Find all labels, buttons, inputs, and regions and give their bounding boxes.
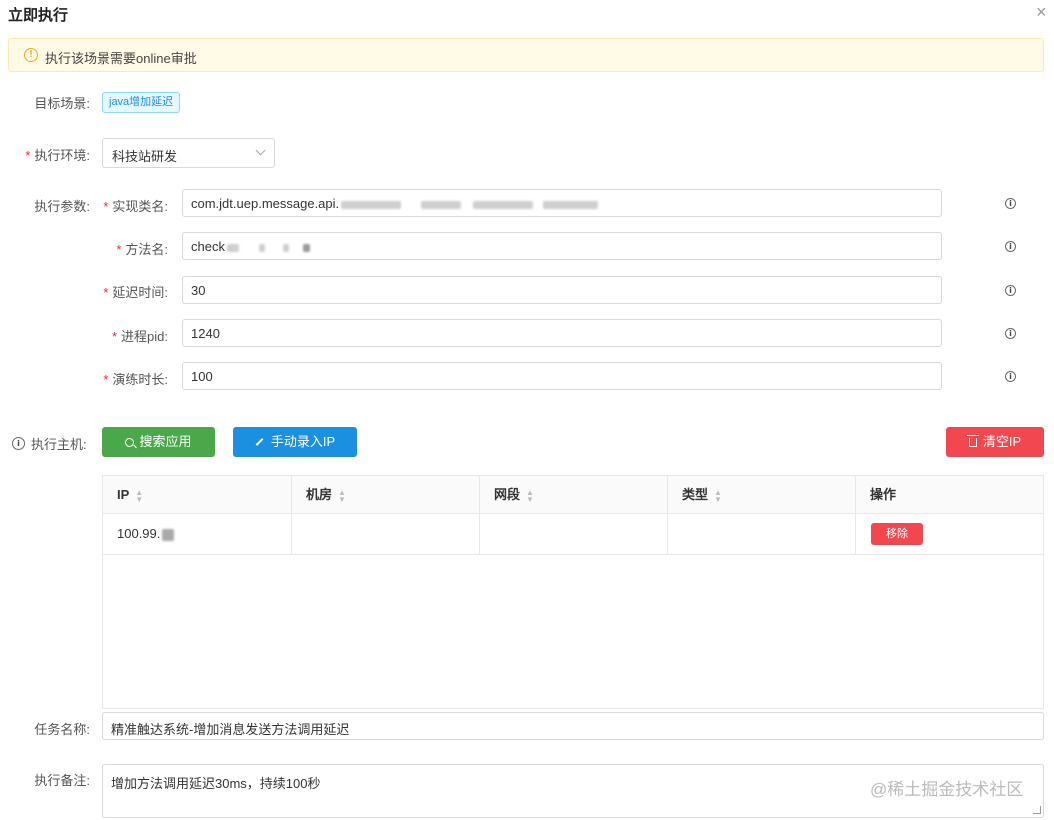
method-name-label: * 方法名: xyxy=(116,242,168,257)
host-table: IP ▲ ▼ 机房 ▲ ▼ 网段 ▲ ▼ 类型 ▲ ▼ 操作 100.99. 移除 xyxy=(102,475,1044,709)
cell-segment xyxy=(480,514,668,554)
chevron-down-icon xyxy=(255,145,266,156)
column-header-ip[interactable]: IP ▲ ▼ xyxy=(103,476,292,514)
alert-text: 执行该场景需要online审批 xyxy=(45,51,197,66)
host-label: i 执行主机: xyxy=(12,434,87,453)
approval-alert: ! 执行该场景需要online审批 xyxy=(8,38,1044,72)
column-header-action: 操作 xyxy=(870,487,897,502)
params-label: 执行参数: xyxy=(34,199,90,214)
watermark: @稀土掘金技术社区 xyxy=(870,780,1024,799)
delay-label: * 延迟时间: xyxy=(103,285,168,300)
info-icon[interactable]: i xyxy=(1005,371,1016,382)
search-app-label: 搜索应用 xyxy=(139,434,192,449)
class-name-value: com.jdt.uep.message.api. xyxy=(191,196,340,211)
duration-label: * 演练时长: xyxy=(103,372,168,387)
redacted-mask xyxy=(421,200,462,209)
remove-button[interactable]: 移除 xyxy=(871,523,923,545)
env-label: * 执行环境: xyxy=(25,148,90,163)
cell-room xyxy=(292,514,480,554)
redacted-mask xyxy=(282,243,289,252)
redacted-mask xyxy=(302,243,310,252)
table-header: IP ▲ ▼ 机房 ▲ ▼ 网段 ▲ ▼ 类型 ▲ ▼ 操作 xyxy=(103,476,1043,514)
remark-value: 增加方法调用延迟30ms，持续100秒 xyxy=(111,776,321,791)
method-name-input[interactable]: check xyxy=(182,232,942,260)
cell-ip: 100.99. xyxy=(103,514,292,554)
method-name-value: check xyxy=(191,239,225,254)
redacted-mask xyxy=(543,200,599,209)
info-icon[interactable]: i xyxy=(1005,285,1016,296)
redacted-mask xyxy=(226,243,239,252)
table-row: 100.99. 移除 xyxy=(103,514,1043,555)
remark-label: 执行备注: xyxy=(34,773,90,788)
pid-label: * 进程pid: xyxy=(111,329,168,344)
redacted-mask xyxy=(162,528,175,541)
delay-input[interactable]: 30 xyxy=(182,276,942,304)
duration-input[interactable]: 100 xyxy=(182,362,942,390)
column-header-room[interactable]: 机房 ▲ ▼ xyxy=(292,476,480,514)
info-icon[interactable]: i xyxy=(1005,328,1016,339)
sort-icon[interactable]: ▲ ▼ xyxy=(338,488,346,503)
env-select-value: 科技站研发 xyxy=(112,149,178,164)
search-app-button[interactable]: 搜索应用 xyxy=(102,427,215,457)
clear-ip-button[interactable]: 清空IP xyxy=(946,427,1044,457)
class-name-label: * 实现类名: xyxy=(103,199,168,214)
info-icon[interactable]: i xyxy=(1005,198,1016,209)
manual-ip-label: 手动录入IP xyxy=(270,434,336,449)
redacted-mask xyxy=(258,243,265,252)
info-icon[interactable]: i xyxy=(1005,241,1016,252)
cell-type xyxy=(668,514,856,554)
scene-tag: java增加延迟 xyxy=(102,92,181,113)
task-name-value: 精准触达系统-增加消息发送方法调用延迟 xyxy=(111,722,350,737)
warning-icon: ! xyxy=(24,48,38,62)
close-icon[interactable]: × xyxy=(1036,2,1047,22)
duration-value: 100 xyxy=(191,369,213,384)
resize-handle[interactable] xyxy=(1033,806,1041,814)
cell-action: 移除 xyxy=(856,514,1043,554)
delay-value: 30 xyxy=(191,283,206,298)
trash-icon xyxy=(966,435,979,447)
column-header-segment[interactable]: 网段 ▲ ▼ xyxy=(480,476,668,514)
pid-input[interactable]: 1240 xyxy=(182,319,942,347)
edit-icon xyxy=(255,438,264,446)
pid-value: 1240 xyxy=(191,326,220,341)
dialog-title: 立即执行 xyxy=(8,7,69,24)
clear-ip-label: 清空IP xyxy=(982,434,1022,449)
env-select[interactable]: 科技站研发 xyxy=(102,138,275,168)
task-name-label: 任务名称: xyxy=(34,722,90,737)
sort-icon[interactable]: ▲ ▼ xyxy=(135,488,143,503)
info-icon: i xyxy=(12,437,25,450)
task-name-input[interactable]: 精准触达系统-增加消息发送方法调用延迟 xyxy=(102,712,1044,740)
redacted-mask xyxy=(473,200,534,209)
target-scene-label: 目标场景: xyxy=(34,96,90,111)
search-icon xyxy=(125,438,138,449)
redacted-mask xyxy=(341,200,402,209)
host-label-text: 执行主机: xyxy=(31,437,87,452)
manual-ip-button[interactable]: 手动录入IP xyxy=(233,427,357,457)
column-header-type[interactable]: 类型 ▲ ▼ xyxy=(668,476,856,514)
class-name-input[interactable]: com.jdt.uep.message.api. xyxy=(182,189,942,217)
sort-icon[interactable]: ▲ ▼ xyxy=(714,488,722,503)
sort-icon[interactable]: ▲ ▼ xyxy=(526,488,534,503)
